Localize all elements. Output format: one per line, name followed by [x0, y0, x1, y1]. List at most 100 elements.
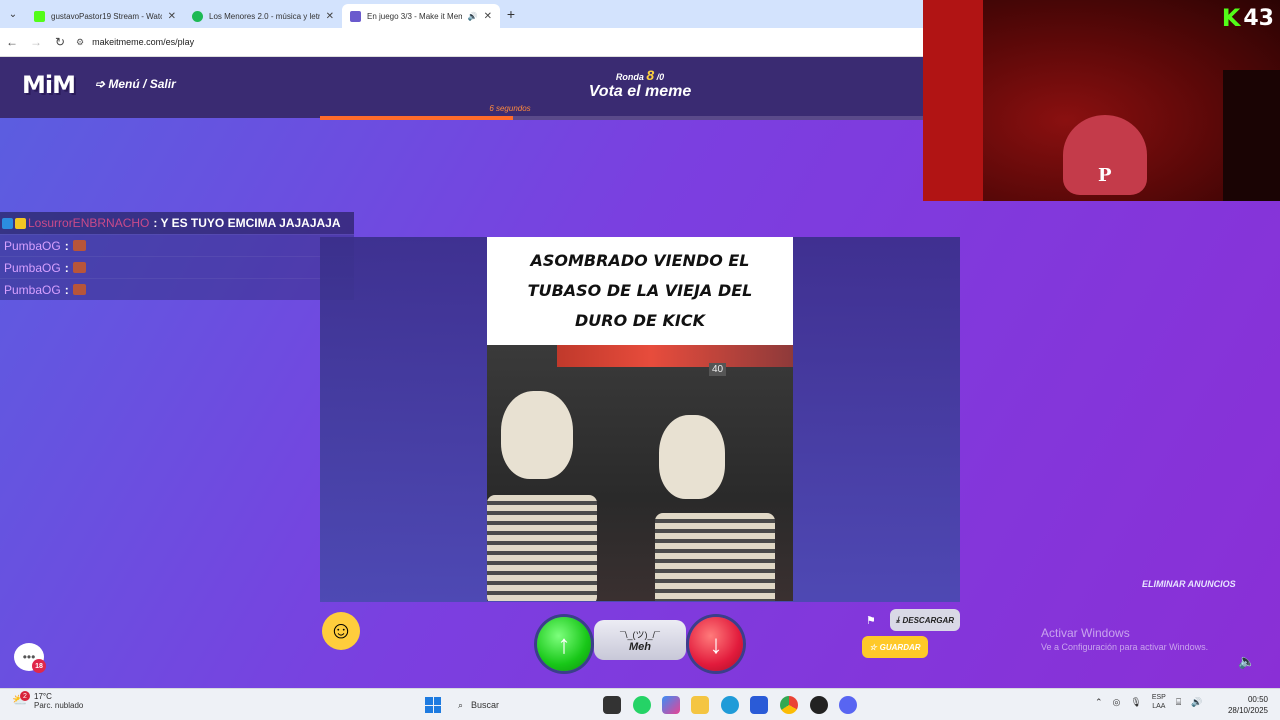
- discord-icon[interactable]: [839, 696, 857, 714]
- tab-spotify[interactable]: Los Menores 2.0 - música y letr ✕: [184, 4, 342, 28]
- search-placeholder: Buscar: [471, 700, 500, 710]
- menu-exit-link[interactable]: ➩ Menú / Salir: [95, 77, 176, 91]
- download-label: DESCARGAR: [902, 615, 955, 625]
- downvote-button[interactable]: ↓: [689, 617, 743, 671]
- webcam-shadow: [1223, 70, 1280, 201]
- moderator-badge-icon: [2, 217, 13, 229]
- wifi-icon[interactable]: ⌸: [1176, 697, 1181, 708]
- network-app-icon[interactable]: ◎: [1113, 697, 1121, 708]
- language-indicator[interactable]: ESP LAA: [1152, 693, 1166, 711]
- upvote-button[interactable]: ↑: [537, 617, 591, 671]
- stream-chat-overlay: LosurrorENBRNACHO : Y ES TUYO EMCIMA JAJ…: [0, 212, 354, 300]
- microphone-icon[interactable]: 🎙: [1130, 697, 1141, 708]
- windows-activation-watermark: Activar Windows Ve a Configuración para …: [1041, 626, 1208, 652]
- chat-username: PumbaOG: [4, 260, 61, 275]
- meme-card: ASOMBRADO VIENDO EL TUBASO DE LA VIEJA D…: [487, 237, 793, 601]
- search-icon: ⌕: [458, 699, 464, 710]
- start-windows-icon[interactable]: [425, 697, 441, 713]
- volume-icon[interactable]: 🔊: [1191, 697, 1202, 708]
- tab-kick-stream[interactable]: gustavoPastor19 Stream - Watc ✕: [26, 4, 184, 28]
- chat-message: PumbaOG :: [0, 278, 354, 300]
- tab-title: gustavoPastor19 Stream - Watc: [51, 11, 162, 21]
- file-explorer-icon[interactable]: [691, 696, 709, 714]
- chevron-up-icon[interactable]: ⌃: [1095, 697, 1103, 708]
- round-number: 8: [646, 67, 655, 83]
- forward-arrow-icon[interactable]: →: [24, 35, 48, 49]
- windows-taskbar: ⛅ 2 17°C Parc. nublado ⌕ Buscar ⌃ ◎ 🎙 ESP…: [0, 688, 1280, 720]
- round-suffix: /0: [656, 72, 665, 82]
- sound-toggle-icon[interactable]: 🔈: [1238, 653, 1255, 670]
- chrome-icon[interactable]: [780, 696, 798, 714]
- obs-icon[interactable]: [810, 696, 828, 714]
- emote-icon: [72, 262, 86, 273]
- close-tab-icon[interactable]: ✕: [326, 11, 334, 22]
- chat-separator: :: [64, 260, 69, 275]
- shrug-face: ¯\_(ツ)_/¯: [620, 629, 660, 640]
- meh-vote-button[interactable]: ¯\_(ツ)_/¯ Meh: [594, 620, 686, 660]
- right-ribcage: [655, 513, 775, 601]
- download-button[interactable]: ⤓ DESCARGAR: [890, 609, 960, 631]
- taskbar-clock[interactable]: 00:50 28/10/2025: [1226, 694, 1268, 716]
- whatsapp-icon[interactable]: [633, 696, 651, 714]
- mim-favicon-icon: [350, 10, 361, 22]
- kick-favicon-icon: [34, 10, 45, 22]
- weather-icon: ⛅ 2: [12, 691, 30, 709]
- edge-icon[interactable]: [721, 696, 739, 714]
- mim-logo[interactable]: MiM: [22, 71, 76, 99]
- kick-logo-icon: K: [1221, 4, 1241, 32]
- emoji-reaction-button[interactable]: ☺: [322, 612, 360, 650]
- weather-widget[interactable]: ⛅ 2 17°C Parc. nublado: [12, 691, 84, 710]
- left-skull: [501, 391, 573, 479]
- crown-badge-icon: [15, 217, 26, 229]
- chat-text: : Y ES TUYO EMCIMA JAJAJAJA: [153, 216, 341, 230]
- timer-bar-fill: [320, 116, 513, 120]
- report-flag-icon[interactable]: ⚑: [866, 614, 876, 627]
- copilot-icon[interactable]: [662, 696, 680, 714]
- chat-username: PumbaOG: [4, 238, 61, 253]
- watermark-title: Activar Windows: [1041, 626, 1130, 640]
- meme-photo-skeletons: 40: [487, 345, 793, 601]
- streamer-webcam: P K 43: [923, 0, 1280, 201]
- cap-logo: P: [1098, 165, 1112, 186]
- weather-desc: Parc. nublado: [34, 701, 84, 710]
- task-view-icon[interactable]: [603, 696, 621, 714]
- close-tab-icon[interactable]: ✕: [168, 11, 176, 22]
- lang-code: ESP: [1151, 694, 1166, 701]
- chat-username: LosurrorENBRNACHO: [28, 216, 150, 230]
- emote-icon: [72, 240, 86, 251]
- store-icon[interactable]: [750, 696, 768, 714]
- chat-message: LosurrorENBRNACHO : Y ES TUYO EMCIMA JAJ…: [0, 212, 354, 234]
- download-icon: ⤓: [895, 615, 900, 624]
- speaker-icon[interactable]: 🔊: [468, 12, 478, 21]
- chat-open-button[interactable]: ••• 18: [14, 643, 46, 673]
- lang-variant: LAA: [1152, 703, 1166, 710]
- tab-search-chevron-icon[interactable]: ⌄: [0, 0, 26, 28]
- store-shelf: [557, 345, 793, 367]
- url-field[interactable]: ⚙ makeitmeme.com/es/play: [76, 37, 194, 48]
- chat-message: PumbaOG :: [0, 256, 354, 278]
- taskbar-search[interactable]: ⌕ Buscar: [452, 693, 592, 717]
- timer-bar: [320, 116, 923, 120]
- chat-separator: :: [64, 238, 69, 253]
- system-tray: ⌃ ◎ 🎙 ESP LAA ⌸ 🔊: [1095, 693, 1202, 711]
- save-label: GUARDAR: [879, 642, 921, 652]
- arrow-down-icon: ↓: [709, 628, 723, 659]
- tab-make-it-meme[interactable]: En juego 3/3 - Make it Meme 🔊 ✕: [342, 4, 500, 28]
- weather-temp: 17°C: [34, 692, 52, 701]
- clock-date: 28/10/2025: [1227, 706, 1268, 715]
- star-icon: ☆: [869, 642, 877, 652]
- clock-time: 00:50: [1247, 695, 1268, 704]
- save-button[interactable]: ☆ GUARDAR: [862, 636, 928, 658]
- viewer-count-badge: K 43: [1222, 4, 1274, 32]
- back-arrow-icon[interactable]: ←: [0, 35, 24, 49]
- arrow-up-icon: ↑: [557, 628, 571, 659]
- reload-icon[interactable]: ↻: [48, 35, 72, 49]
- site-info-icon[interactable]: ⚙: [76, 37, 84, 48]
- watermark-subtitle: Ve a Configuración para activar Windows.: [1041, 642, 1209, 652]
- chat-message: PumbaOG :: [0, 234, 354, 256]
- remove-ads-link[interactable]: ELIMINAR ANUNCIOS: [1142, 579, 1236, 589]
- new-tab-button[interactable]: +: [500, 6, 522, 22]
- emote-icon: [72, 284, 86, 295]
- meh-label: Meh: [629, 640, 651, 653]
- close-tab-icon[interactable]: ✕: [484, 11, 492, 22]
